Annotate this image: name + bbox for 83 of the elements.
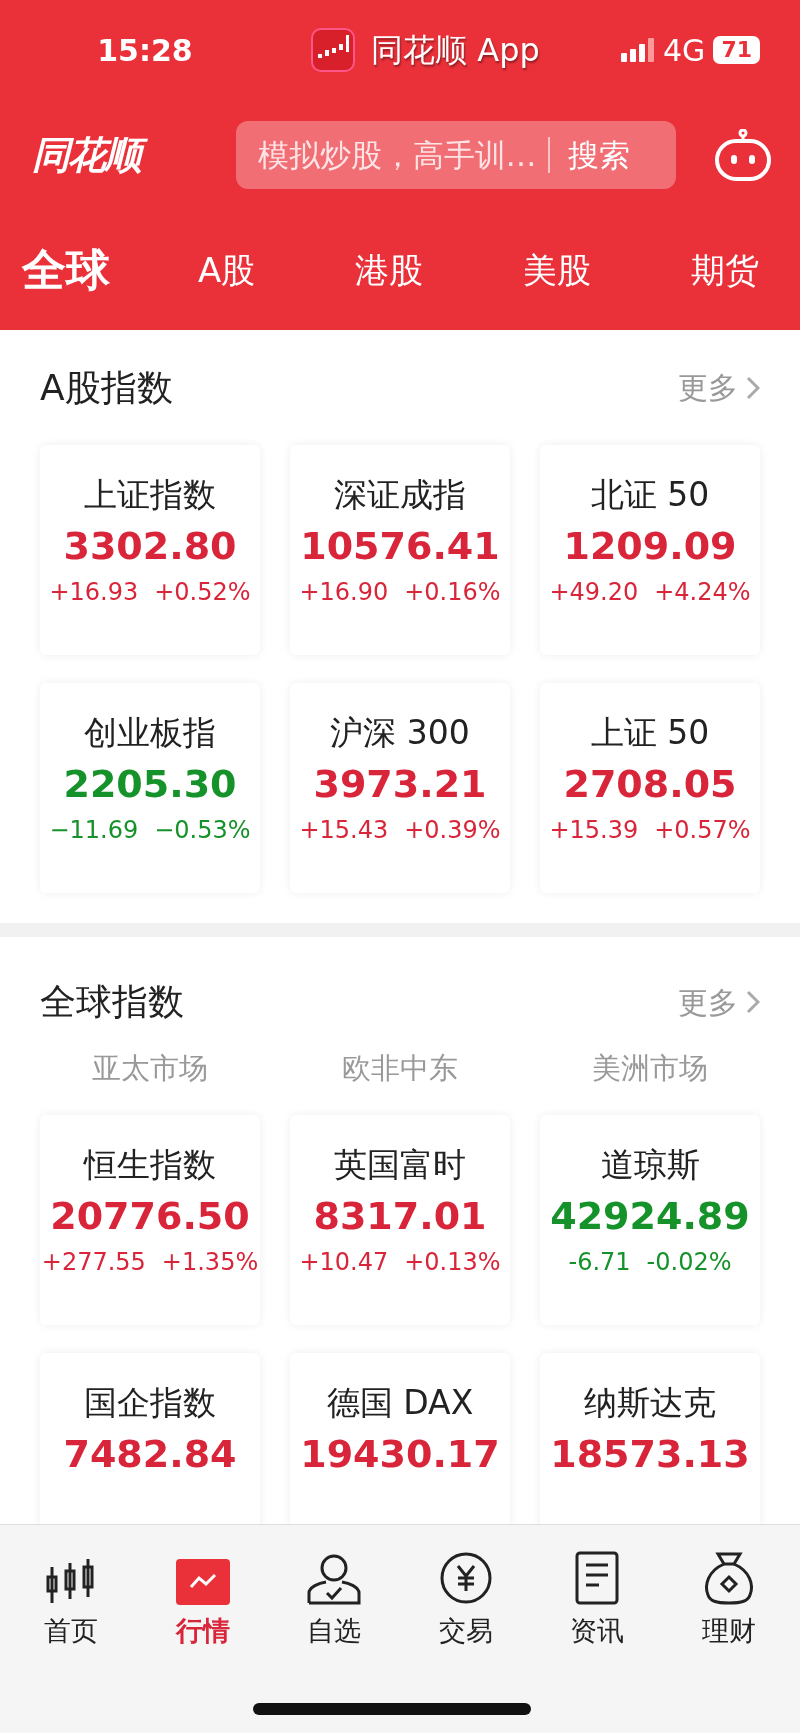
index-value: 10576.41 <box>300 523 500 570</box>
index-value: 42924.89 <box>550 1192 750 1240</box>
index-name: 道琼斯 <box>600 1143 700 1186</box>
index-change: +10.47 <box>299 1246 389 1278</box>
index-name: 创业板指 <box>84 712 216 754</box>
market-tab[interactable]: A股 <box>198 244 256 296</box>
person-check-icon <box>307 1553 362 1605</box>
index-value: 3302.80 <box>63 523 237 570</box>
index-card[interactable]: 沪深 300 3973.21 +15.43 +0.39% <box>290 683 510 893</box>
index-value: 2708.05 <box>563 761 737 808</box>
index-name: 沪深 300 <box>330 712 470 754</box>
index-name: 深证成指 <box>334 474 466 516</box>
index-change: +16.90 <box>299 577 389 608</box>
chevron-right-icon <box>746 990 760 1014</box>
back-to-app-label[interactable]: 同花顺 App <box>371 26 540 74</box>
section-title: A股指数 <box>40 365 173 410</box>
index-name: 纳斯达克 <box>584 1381 716 1424</box>
index-value: 8317.01 <box>313 1192 487 1240</box>
index-card[interactable]: 英国富时 8317.01 +10.47 +0.13% <box>290 1114 510 1325</box>
index-name: 英国富时 <box>334 1143 466 1186</box>
index-percent: +0.52% <box>154 577 251 608</box>
robot-icon[interactable] <box>714 129 772 181</box>
market-tab[interactable]: 美股 <box>523 244 592 296</box>
index-change: +277.55 <box>41 1246 146 1278</box>
document-icon <box>575 1551 620 1605</box>
index-change: +15.43 <box>299 815 389 846</box>
index-percent: +1.35% <box>161 1246 259 1278</box>
index-change: +15.39 <box>549 815 639 846</box>
app-icon <box>311 28 356 72</box>
network-label: 4G <box>663 31 706 70</box>
nav-tab[interactable]: 行情 <box>137 1547 268 1652</box>
chevron-right-icon <box>746 375 760 400</box>
index-card[interactable]: 纳斯达克 18573.13 <box>540 1352 760 1524</box>
index-percent: +0.39% <box>404 815 501 846</box>
index-name: 恒生指数 <box>84 1143 216 1186</box>
index-card[interactable]: 上证 50 2708.05 +15.39 +0.57% <box>540 683 760 893</box>
section-title: 全球指数 <box>40 980 184 1024</box>
index-card[interactable]: 国企指数 7482.84 <box>40 1352 260 1524</box>
index-percent: +4.24% <box>654 577 751 608</box>
index-card[interactable]: 创业板指 2205.30 −11.69 −0.53% <box>40 683 260 893</box>
index-card[interactable]: 北证 50 1209.09 +49.20 +4.24% <box>540 445 760 655</box>
market-tab[interactable]: 全球 <box>22 237 110 303</box>
nav-tab[interactable]: 交易 <box>400 1547 531 1652</box>
candlestick-icon <box>45 1557 97 1605</box>
signal-icon <box>621 38 656 62</box>
index-card[interactable]: 德国 DAX 19430.17 <box>290 1352 510 1524</box>
nav-tab[interactable]: 首页 <box>6 1547 136 1652</box>
index-name: 北证 50 <box>590 474 710 516</box>
index-name: 国企指数 <box>84 1381 216 1424</box>
status-time: 15:28 <box>96 31 194 70</box>
index-card[interactable]: 上证指数 3302.80 +16.93 +0.52% <box>40 445 260 655</box>
index-card[interactable]: 道琼斯 42924.89 -6.71 -0.02% <box>540 1114 760 1325</box>
nav-tab[interactable]: 自选 <box>269 1547 400 1652</box>
index-percent: +0.57% <box>654 815 751 846</box>
index-percent: +0.16% <box>404 577 501 608</box>
index-percent: -0.02% <box>646 1246 732 1278</box>
index-percent: −0.53% <box>154 815 251 846</box>
yen-icon <box>438 1551 493 1605</box>
index-name: 德国 DAX <box>326 1381 474 1424</box>
index-name: 上证指数 <box>84 474 216 516</box>
index-card[interactable]: 深证成指 10576.41 +16.90 +0.16% <box>290 445 510 655</box>
search-field[interactable]: 模拟炒股，高手训… <box>257 131 548 179</box>
index-change: −11.69 <box>49 815 139 846</box>
index-card[interactable]: 恒生指数 20776.50 +277.55 +1.35% <box>40 1114 260 1325</box>
index-value: 18573.13 <box>550 1430 750 1478</box>
index-change: -6.71 <box>568 1246 631 1278</box>
index-change: +49.20 <box>549 577 639 608</box>
nav-tab[interactable]: 资讯 <box>532 1547 663 1652</box>
index-value: 3973.21 <box>313 761 487 808</box>
market-tab[interactable]: 期货 <box>691 244 760 296</box>
index-value: 19430.17 <box>300 1430 500 1478</box>
index-change: +16.93 <box>49 577 139 608</box>
battery-level: 71 <box>713 36 760 64</box>
index-percent: +0.13% <box>404 1246 501 1278</box>
index-value: 7482.84 <box>63 1430 237 1478</box>
trend-chart-icon <box>175 1559 230 1605</box>
index-name: 上证 50 <box>590 712 710 754</box>
nav-tab[interactable]: 理财 <box>663 1547 794 1652</box>
app-logo: 同花顺 <box>32 126 197 184</box>
index-value: 1209.09 <box>563 523 737 570</box>
index-value: 2205.30 <box>63 761 237 808</box>
index-value: 20776.50 <box>50 1192 250 1240</box>
market-tab[interactable]: 港股 <box>355 244 424 296</box>
